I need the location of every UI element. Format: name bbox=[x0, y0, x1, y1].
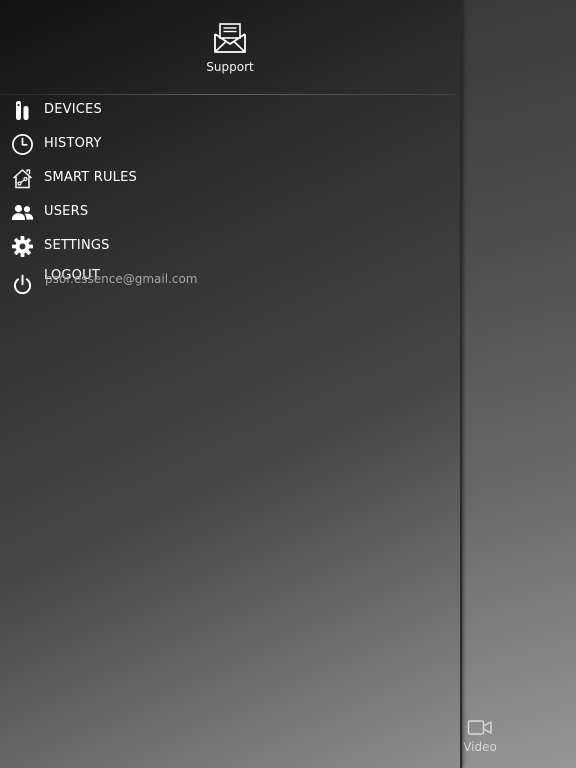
users-icon bbox=[11, 201, 34, 224]
video-camera-icon bbox=[467, 720, 492, 735]
menu-label-devices: DEVICES bbox=[44, 102, 102, 117]
menu-item-history[interactable]: HISTORY bbox=[0, 128, 460, 162]
support-label: Support bbox=[206, 60, 254, 74]
menu-label-history: HISTORY bbox=[44, 136, 102, 151]
drawer-menu: DEVICES HISTORY SMART RULES USERS SETTIN… bbox=[0, 94, 460, 298]
smart-home-icon bbox=[11, 167, 34, 190]
gear-icon bbox=[11, 235, 34, 258]
menu-label-users: USERS bbox=[44, 204, 89, 219]
envelope-icon bbox=[214, 23, 246, 53]
menu-item-users[interactable]: USERS bbox=[0, 196, 460, 230]
account-email: psor.essence@gmail.com bbox=[45, 272, 198, 286]
menu-label-smart-rules: SMART RULES bbox=[44, 170, 137, 185]
menu-item-settings[interactable]: SETTINGS bbox=[0, 230, 460, 264]
support-button[interactable]: Support bbox=[190, 22, 270, 78]
device-sensor-icon bbox=[11, 99, 34, 122]
video-nav-label: Video bbox=[463, 740, 497, 754]
menu-item-devices[interactable]: DEVICES bbox=[0, 94, 460, 128]
main-content-pane[interactable]: Video bbox=[461, 0, 576, 768]
drawer-edge-shadow bbox=[460, 0, 462, 768]
navigation-drawer: Support DEVICES HISTORY SMART RULES USER… bbox=[0, 0, 461, 768]
clock-icon bbox=[11, 133, 34, 156]
video-nav-button[interactable]: Video bbox=[458, 719, 502, 763]
menu-item-smart-rules[interactable]: SMART RULES bbox=[0, 162, 460, 196]
menu-label-settings: SETTINGS bbox=[44, 238, 110, 253]
app-window: Video Support DEVICES HISTORY SMART RULE… bbox=[0, 0, 576, 768]
power-icon bbox=[11, 273, 34, 296]
